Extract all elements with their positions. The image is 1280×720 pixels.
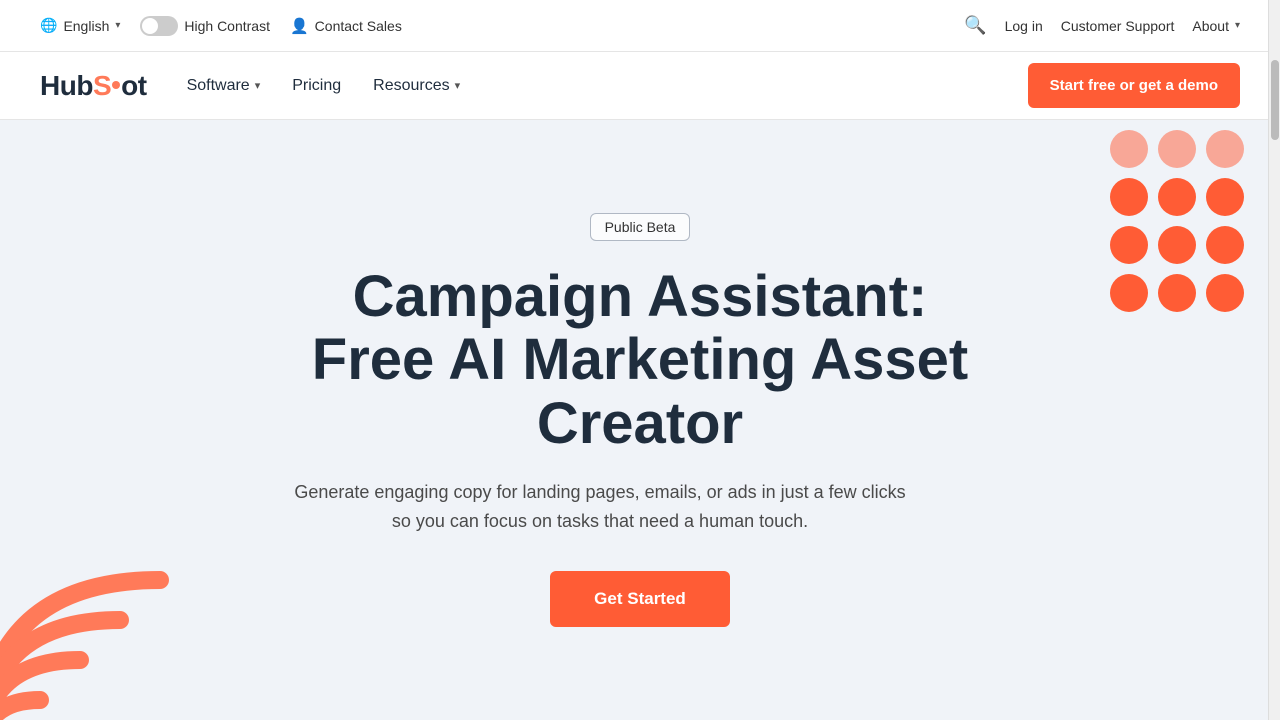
resources-chevron: ▾ xyxy=(455,79,461,92)
software-chevron: ▾ xyxy=(255,79,261,92)
top-bar: 🌐 English ▾ High Contrast 👤 Contact Sale… xyxy=(0,0,1280,52)
dot xyxy=(1158,226,1196,264)
contact-sales-link[interactable]: 👤 Contact Sales xyxy=(290,17,402,35)
nav-links: Software ▾ Pricing Resources ▾ xyxy=(187,77,461,95)
dot xyxy=(1206,178,1244,216)
contact-sales-label: Contact Sales xyxy=(315,18,402,34)
hubspot-logo[interactable]: HubSot xyxy=(40,70,147,102)
pricing-label: Pricing xyxy=(292,77,341,95)
login-link[interactable]: Log in xyxy=(1005,18,1043,34)
dot xyxy=(1110,130,1148,168)
logo-text: HubSot xyxy=(40,70,147,102)
get-started-button[interactable]: Get Started xyxy=(550,571,730,627)
top-bar-left: 🌐 English ▾ High Contrast 👤 Contact Sale… xyxy=(40,16,402,36)
customer-support-link[interactable]: Customer Support xyxy=(1061,18,1175,34)
resources-nav-link[interactable]: Resources ▾ xyxy=(373,77,460,95)
about-label: About xyxy=(1192,18,1229,34)
top-bar-right: 🔍 Log in Customer Support About ▾ xyxy=(964,15,1240,36)
high-contrast-label: High Contrast xyxy=(184,18,270,34)
about-menu[interactable]: About ▾ xyxy=(1192,18,1240,34)
language-label: English xyxy=(63,18,109,34)
public-beta-badge: Public Beta xyxy=(590,213,691,241)
dot xyxy=(1158,130,1196,168)
main-nav: HubSot Software ▾ Pricing Resources ▾ St… xyxy=(0,52,1280,120)
scrollbar[interactable] xyxy=(1268,0,1280,720)
language-chevron: ▾ xyxy=(115,20,120,31)
dot xyxy=(1110,178,1148,216)
about-chevron: ▾ xyxy=(1235,20,1240,31)
dot xyxy=(1206,226,1244,264)
high-contrast-toggle[interactable]: High Contrast xyxy=(140,16,270,36)
hero-content: Public Beta Campaign Assistant: Free AI … xyxy=(290,213,990,628)
resources-label: Resources xyxy=(373,77,449,95)
software-nav-link[interactable]: Software ▾ xyxy=(187,77,261,95)
dot xyxy=(1158,178,1196,216)
hero-title: Campaign Assistant: Free AI Marketing As… xyxy=(290,265,990,456)
cta-button[interactable]: Start free or get a demo xyxy=(1028,63,1240,108)
person-icon: 👤 xyxy=(290,17,309,35)
dot xyxy=(1110,274,1148,312)
nav-left: HubSot Software ▾ Pricing Resources ▾ xyxy=(40,70,460,102)
scrollbar-thumb[interactable] xyxy=(1271,60,1279,140)
dot xyxy=(1158,274,1196,312)
globe-icon: 🌐 xyxy=(40,17,57,34)
search-icon[interactable]: 🔍 xyxy=(964,15,986,36)
dot xyxy=(1110,226,1148,264)
dot xyxy=(1206,130,1244,168)
software-label: Software xyxy=(187,77,250,95)
arc-decoration xyxy=(0,540,180,720)
dot xyxy=(1206,274,1244,312)
hero-subtitle: Generate engaging copy for landing pages… xyxy=(290,478,910,536)
nav-right: Start free or get a demo xyxy=(1028,63,1240,108)
language-selector[interactable]: 🌐 English ▾ xyxy=(40,17,120,34)
pricing-nav-link[interactable]: Pricing xyxy=(292,77,341,95)
hero-section: Public Beta Campaign Assistant: Free AI … xyxy=(0,120,1280,720)
toggle-switch[interactable] xyxy=(140,16,178,36)
dot-grid-decoration xyxy=(1110,130,1250,318)
